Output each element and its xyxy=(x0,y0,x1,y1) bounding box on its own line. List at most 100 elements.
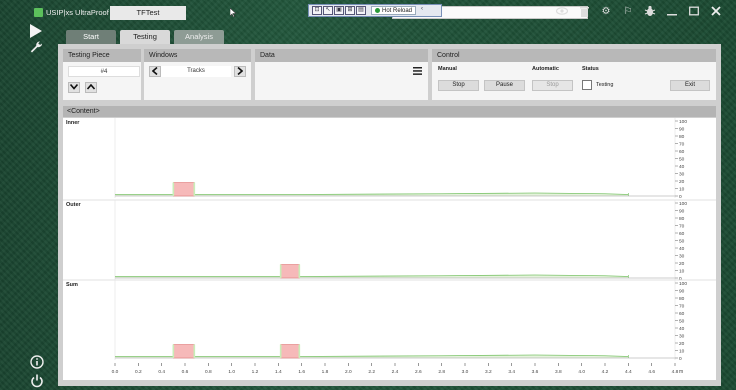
track-focus-icon[interactable]: ▤ xyxy=(356,6,366,15)
testing-status-label: Testing xyxy=(596,82,614,88)
y-tick-label: 70 xyxy=(679,141,685,147)
y-tick-label: 10 xyxy=(679,186,685,192)
select-element-icon[interactable]: ⊡ xyxy=(312,6,322,15)
y-tick-label: 90 xyxy=(679,288,685,294)
trash-icon[interactable] xyxy=(578,5,590,17)
x-tick-label: 1.2 xyxy=(252,369,259,375)
y-tick-label: 80 xyxy=(679,216,685,222)
x-tick-label: 1.4 xyxy=(275,369,282,375)
y-tick-label: 0 xyxy=(679,194,682,200)
x-tick-label: 1.6 xyxy=(298,369,305,375)
piece-up-button[interactable] xyxy=(85,82,97,93)
tab-start[interactable]: Start xyxy=(66,30,116,44)
tracks-chart: 0102030405060708090100010203040506070809… xyxy=(63,118,716,375)
x-tick-label: 1.0 xyxy=(228,369,235,375)
y-tick-label: 20 xyxy=(679,261,685,267)
x-tick-label: 4.2 xyxy=(602,369,609,375)
exit-button[interactable]: Exit xyxy=(670,80,710,91)
testing-piece-value[interactable]: #4 xyxy=(68,66,140,77)
peak-bar xyxy=(280,264,300,279)
x-tick-label: 1.8 xyxy=(322,369,329,375)
y-tick-label: 50 xyxy=(679,318,685,324)
x-tick-label: 4.6 xyxy=(648,369,655,375)
test-name-field[interactable]: TFTest xyxy=(110,6,186,20)
hamburger-menu-icon[interactable] xyxy=(412,67,423,77)
automatic-stop-button[interactable]: Stop xyxy=(532,80,573,91)
adorners-icon[interactable]: ⊞ xyxy=(345,6,355,15)
x-tick-label: 0.0 xyxy=(112,369,119,375)
title-bar: USIP|xs UltraProof TFTest ⊡ ↖ ▣ ⊞ ▤ Hot … xyxy=(0,0,736,26)
x-axis-unit-label: m xyxy=(679,369,683,375)
x-tick-label: 2.4 xyxy=(392,369,399,375)
y-tick-label: 30 xyxy=(679,171,685,177)
x-tick-label: 0.6 xyxy=(182,369,189,375)
info-icon[interactable] xyxy=(30,355,44,372)
y-tick-label: 40 xyxy=(679,246,685,252)
tab-analysis[interactable]: Analysis xyxy=(174,30,224,44)
manual-stop-button[interactable]: Stop xyxy=(438,80,479,91)
minimize-icon[interactable] xyxy=(666,5,678,17)
pause-button[interactable]: Pause xyxy=(484,80,525,91)
y-tick-label: 50 xyxy=(679,238,685,244)
y-tick-label: 20 xyxy=(679,341,685,347)
y-tick-label: 40 xyxy=(679,164,685,170)
tab-testing[interactable]: Testing xyxy=(120,30,170,44)
y-tick-label: 90 xyxy=(679,208,685,214)
y-tick-label: 70 xyxy=(679,303,685,309)
tab-bar: Start Testing Analysis xyxy=(58,30,228,44)
testing-checkbox[interactable] xyxy=(582,80,592,90)
maximize-icon[interactable] xyxy=(688,5,700,17)
hot-reload-status-icon xyxy=(375,8,380,13)
y-tick-label: 50 xyxy=(679,156,685,162)
control-group: Control Manual Automatic Status Stop Pau… xyxy=(432,49,716,100)
play-icon[interactable] xyxy=(30,24,42,41)
collapse-toolbar-icon[interactable]: ‹ xyxy=(417,6,427,15)
windows-next-button[interactable] xyxy=(234,66,246,77)
windows-prev-button[interactable] xyxy=(149,66,161,77)
manual-label: Manual xyxy=(438,66,457,72)
x-tick-label: 2.8 xyxy=(438,369,445,375)
eye-icon[interactable] xyxy=(556,5,568,17)
power-icon[interactable] xyxy=(30,374,44,390)
data-header: Data xyxy=(255,49,428,62)
gear-icon[interactable]: ⚙ xyxy=(600,5,612,17)
hot-reload-indicator[interactable]: Hot Reload xyxy=(371,6,417,15)
y-tick-label: 60 xyxy=(679,311,685,317)
y-tick-label: 60 xyxy=(679,149,685,155)
windows-group: Windows Tracks xyxy=(144,49,251,100)
y-tick-label: 80 xyxy=(679,296,685,302)
peak-bar xyxy=(173,182,195,197)
control-header: Control xyxy=(432,49,716,62)
x-tick-label: 4.8 xyxy=(672,369,679,375)
app-logo-icon xyxy=(34,8,43,17)
y-tick-label: 30 xyxy=(679,253,685,259)
main-area: Start Testing Analysis Testing Piece #4 … xyxy=(58,30,721,386)
automatic-label: Automatic xyxy=(532,66,559,72)
windows-selected: Tracks xyxy=(161,66,231,77)
layout-icon[interactable]: ▣ xyxy=(334,6,344,15)
piece-down-button[interactable] xyxy=(68,82,80,93)
y-tick-label: 100 xyxy=(679,119,687,125)
pointer-icon[interactable]: ↖ xyxy=(323,6,333,15)
y-tick-label: 60 xyxy=(679,231,685,237)
x-tick-label: 3.4 xyxy=(508,369,515,375)
x-tick-label: 4.0 xyxy=(578,369,585,375)
testing-piece-header: Testing Piece xyxy=(63,49,141,62)
wrench-icon[interactable] xyxy=(30,41,43,57)
y-tick-label: 80 xyxy=(679,134,685,140)
title-bar-icons: ⚙ ⚐ xyxy=(556,5,722,17)
y-tick-label: 100 xyxy=(679,281,687,287)
y-tick-label: 90 xyxy=(679,126,685,132)
charts-area: Inner Outer Sum 0 10 20 30 40 50 60 70 80 90 100 0 1… xyxy=(63,118,716,380)
x-tick-label: 3.6 xyxy=(532,369,539,375)
y-tick-label: 20 xyxy=(679,179,685,185)
close-icon[interactable] xyxy=(710,5,722,17)
hot-reload-label: Hot Reload xyxy=(382,7,413,14)
bug-icon[interactable] xyxy=(644,5,656,17)
x-tick-label: 0.4 xyxy=(158,369,165,375)
flag-icon[interactable]: ⚐ xyxy=(622,5,634,17)
testing-piece-group: Testing Piece #4 xyxy=(63,49,141,100)
status-label: Status xyxy=(582,66,599,72)
app-title: USIP|xs UltraProof xyxy=(46,8,109,17)
x-tick-label: 3.8 xyxy=(555,369,562,375)
